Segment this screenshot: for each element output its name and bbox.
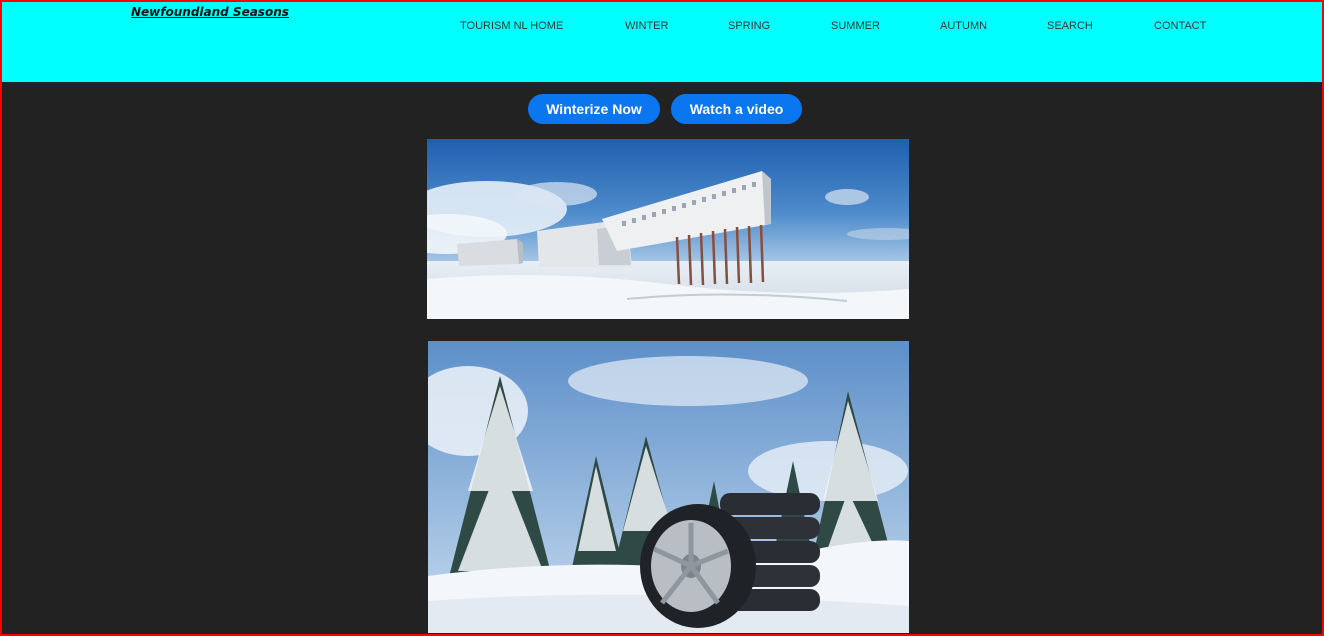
site-title-link[interactable]: Newfoundland Seasons: [131, 5, 289, 19]
site-header: Newfoundland Seasons TOURISM NL HOME WIN…: [0, 0, 1324, 82]
winter-hotel-image: [427, 139, 909, 319]
nav-autumn[interactable]: AUTUMN: [940, 20, 987, 32]
nav-spring[interactable]: SPRING: [728, 20, 770, 32]
nav-summer[interactable]: SUMMER: [831, 20, 880, 32]
nav-contact[interactable]: CONTACT: [1154, 20, 1206, 32]
nav-winter[interactable]: WINTER: [625, 20, 668, 32]
winter-tires-image: [428, 341, 909, 633]
watch-video-button[interactable]: Watch a video: [671, 94, 802, 124]
nav-tourism-nl-home[interactable]: TOURISM NL HOME: [460, 20, 563, 32]
winterize-now-button[interactable]: Winterize Now: [528, 94, 660, 124]
nav-search[interactable]: SEARCH: [1047, 20, 1093, 32]
